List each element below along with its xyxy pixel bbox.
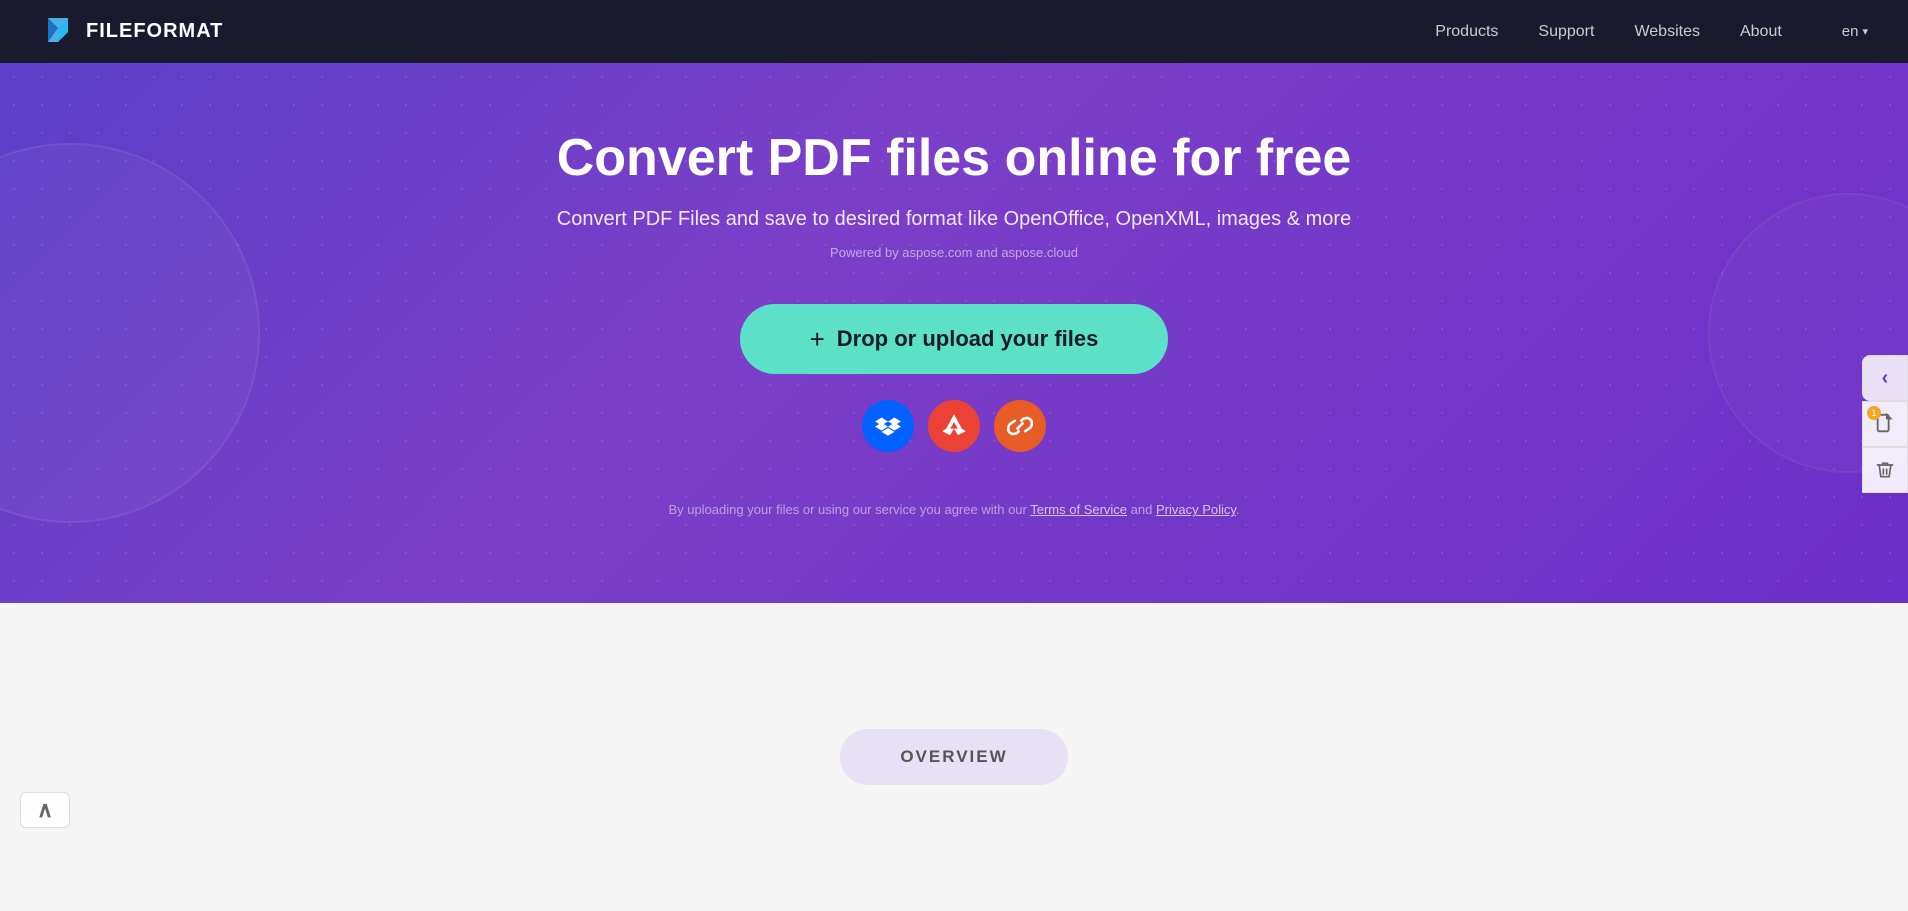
sidebar-notification-button[interactable]: 1 (1862, 401, 1908, 447)
hero-title: Convert PDF files online for free (504, 129, 1404, 189)
logo-link[interactable]: FILEFORMAT (40, 14, 223, 50)
trash-icon (1875, 460, 1895, 480)
hero-decoration-left (0, 143, 260, 523)
dropbox-button[interactable] (862, 400, 914, 452)
scroll-up-icon: ∧ (37, 797, 53, 823)
hero-content: Convert PDF files online for free Conver… (504, 129, 1404, 518)
sidebar-delete-button[interactable] (1862, 447, 1908, 493)
dropbox-icon (875, 413, 901, 439)
hero-terms: By uploading your files or using our ser… (504, 502, 1404, 517)
lang-label: en (1842, 23, 1859, 40)
language-selector[interactable]: en ▾ (1842, 23, 1868, 40)
privacy-policy-link[interactable]: Privacy Policy (1156, 502, 1236, 517)
link-icon (1007, 413, 1033, 439)
nav-support[interactable]: Support (1538, 23, 1594, 41)
cloud-icons-row (862, 400, 1046, 452)
logo-icon (40, 14, 76, 50)
google-drive-button[interactable] (928, 400, 980, 452)
nav-products[interactable]: Products (1435, 23, 1498, 41)
chevron-left-icon: ‹ (1882, 367, 1889, 390)
hero-section: Convert PDF files online for free Conver… (0, 63, 1908, 603)
right-sidebar: ‹ 1 (1862, 355, 1908, 493)
overview-button[interactable]: OVERVIEW (840, 729, 1067, 785)
logo-text: FILEFORMAT (86, 20, 223, 43)
nav-websites[interactable]: Websites (1634, 23, 1700, 41)
nav-links: Products Support Websites About (1435, 23, 1782, 41)
drive-icon (941, 413, 967, 439)
navbar: FILEFORMAT Products Support Websites Abo… (0, 0, 1908, 63)
terms-of-service-link[interactable]: Terms of Service (1030, 502, 1127, 517)
plus-icon: + (810, 326, 825, 352)
upload-button-label: Drop or upload your files (837, 326, 1099, 352)
notification-badge: 1 (1867, 406, 1881, 420)
sidebar-collapse-button[interactable]: ‹ (1862, 355, 1908, 401)
url-link-button[interactable] (994, 400, 1046, 452)
hero-subtitle: Convert PDF Files and save to desired fo… (504, 208, 1404, 231)
lang-chevron-icon: ▾ (1862, 25, 1868, 38)
overview-section: OVERVIEW (0, 603, 1908, 911)
nav-about[interactable]: About (1740, 23, 1782, 41)
hero-powered-by: Powered by aspose.com and aspose.cloud (504, 245, 1404, 260)
scroll-up-button[interactable]: ∧ (20, 792, 70, 828)
upload-button[interactable]: + Drop or upload your files (740, 304, 1169, 374)
